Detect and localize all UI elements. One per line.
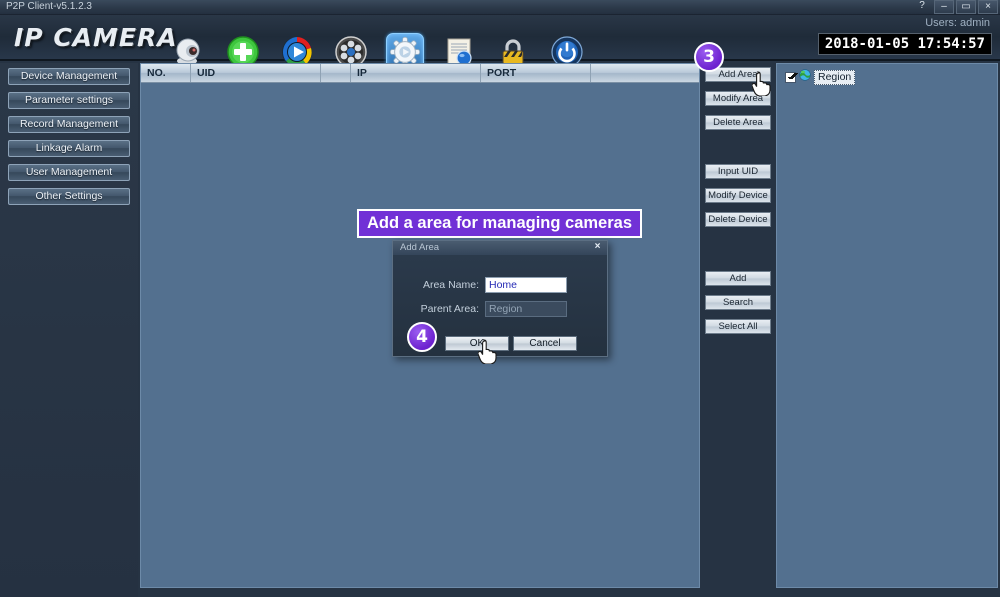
title-bar: P2P Client-v5.1.2.3 ? – ▭ × [0, 0, 1000, 15]
sidebar-item-device-management[interactable]: Device Management [8, 68, 130, 85]
search-button[interactable]: Search [705, 295, 771, 310]
app-title: P2P Client-v5.1.2.3 [6, 1, 92, 12]
tree-node-checkbox[interactable] [785, 71, 796, 83]
command-rail: Add Area Modify Area Delete Area Input U… [702, 63, 774, 588]
cancel-button[interactable]: Cancel [513, 336, 577, 351]
sidebar: Device Management Parameter settings Rec… [0, 63, 138, 597]
column-header-port[interactable]: PORT [481, 64, 591, 82]
area-name-label: Area Name: [422, 279, 479, 291]
modify-area-button[interactable]: Modify Area [705, 91, 771, 106]
app-header: IP CAMERA Users: admin 2018-01-05 17:54:… [0, 15, 1000, 71]
column-header-uid[interactable]: UID [191, 64, 321, 82]
maximize-button[interactable]: ▭ [956, 0, 976, 14]
minimize-button[interactable]: – [934, 0, 954, 14]
device-list-header: NO. UID IP PORT [141, 64, 699, 83]
globe-icon [799, 68, 811, 86]
parent-area-input [485, 301, 567, 317]
step-marker-4: 4 [407, 322, 437, 352]
add-button[interactable]: Add [705, 271, 771, 286]
column-header-ip[interactable]: IP [351, 64, 481, 82]
area-tree-panel: Region [776, 63, 998, 588]
close-button[interactable]: × [978, 0, 998, 14]
app-logo: IP CAMERA [14, 23, 178, 52]
delete-area-button[interactable]: Delete Area [705, 115, 771, 130]
tree-node-region[interactable]: Region [785, 68, 856, 86]
column-header-blank[interactable] [321, 64, 351, 82]
select-all-button[interactable]: Select All [705, 319, 771, 334]
sidebar-item-parameter-settings[interactable]: Parameter settings [8, 92, 130, 109]
sidebar-item-linkage-alarm[interactable]: Linkage Alarm [8, 140, 130, 157]
ok-button[interactable]: OK [445, 336, 509, 351]
window-controls: ? – ▭ × [912, 0, 998, 14]
application-window: P2P Client-v5.1.2.3 ? – ▭ × IP CAMERA Us… [0, 0, 1000, 597]
area-name-input[interactable] [485, 277, 567, 293]
callout-banner: Add a area for managing cameras [357, 209, 642, 238]
parent-area-row: Parent Area: [393, 301, 607, 317]
parent-area-label: Parent Area: [420, 303, 479, 315]
sidebar-item-record-management[interactable]: Record Management [8, 116, 130, 133]
dialog-title-bar[interactable]: Add Area × [393, 241, 607, 255]
delete-device-button[interactable]: Delete Device [705, 212, 771, 227]
sidebar-item-user-management[interactable]: User Management [8, 164, 130, 181]
dialog-close-icon[interactable]: × [591, 242, 604, 253]
datetime-display: 2018-01-05 17:54:57 [817, 33, 992, 55]
area-name-row: Area Name: [393, 277, 607, 293]
column-header-no[interactable]: NO. [141, 64, 191, 82]
users-label: Users: admin [925, 17, 990, 29]
input-uid-button[interactable]: Input UID [705, 164, 771, 179]
modify-device-button[interactable]: Modify Device [705, 188, 771, 203]
dialog-title: Add Area [400, 242, 440, 253]
tree-node-label[interactable]: Region [814, 69, 856, 85]
sidebar-item-other-settings[interactable]: Other Settings [8, 188, 130, 205]
step-marker-3: 3 [694, 42, 724, 72]
help-button[interactable]: ? [912, 0, 932, 14]
